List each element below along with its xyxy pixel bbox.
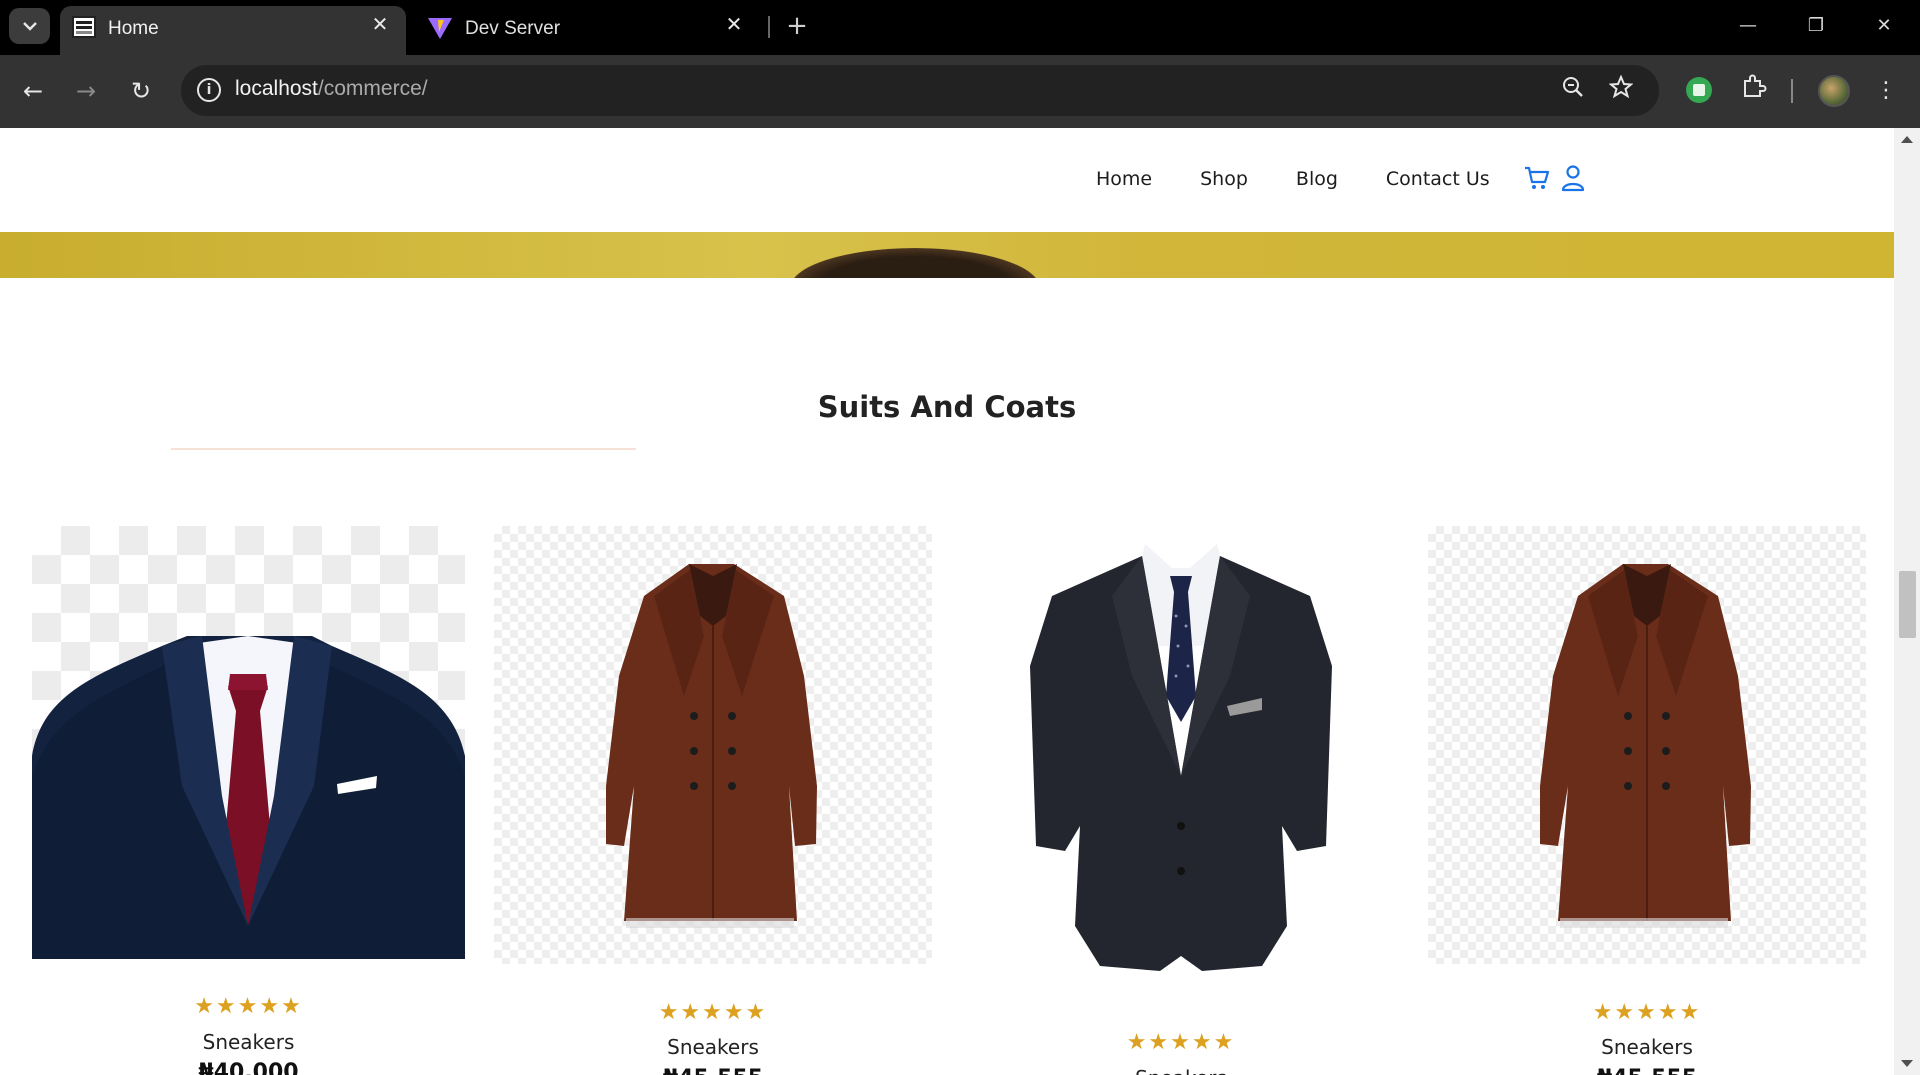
product-image-navy-suit[interactable] xyxy=(32,526,465,959)
product-card[interactable]: ★★★★★ Sneakers ₦45,555 xyxy=(494,526,932,1075)
extension-icon[interactable] xyxy=(1686,77,1712,103)
user-icon[interactable] xyxy=(1560,164,1588,192)
scroll-thumb[interactable] xyxy=(1899,571,1916,638)
tab-separator xyxy=(768,16,770,38)
url-text[interactable]: localhost/commerce/ xyxy=(235,77,428,101)
vite-favicon-icon xyxy=(428,18,452,39)
reload-button[interactable]: ↻ xyxy=(123,73,159,109)
toolbar-divider xyxy=(1791,79,1793,103)
rating-stars: ★★★★★ xyxy=(194,994,303,1019)
forward-button[interactable]: → xyxy=(68,73,104,109)
product-image-brown-coat[interactable] xyxy=(1428,526,1866,964)
brown-coat-image xyxy=(1540,564,1751,928)
product-image-brown-coat[interactable] xyxy=(494,526,932,964)
product-price: ₦40,000 xyxy=(198,1060,299,1075)
tab-title: Home xyxy=(108,18,159,39)
url-host: localhost xyxy=(235,77,318,100)
nav-link-blog[interactable]: Blog xyxy=(1296,168,1338,190)
section-title: Suits And Coats xyxy=(817,390,1077,424)
product-price: ₦45,555 xyxy=(1428,1066,1866,1075)
title-underline xyxy=(171,448,636,450)
new-tab-button[interactable]: + xyxy=(782,8,812,44)
tab-search-button[interactable] xyxy=(9,8,50,44)
main-nav: Home Shop Blog Contact Us xyxy=(1096,168,1490,190)
rating-stars: ★★★★★ xyxy=(658,1000,768,1025)
product-name[interactable]: Sneakers xyxy=(962,1066,1400,1075)
close-tab-icon[interactable]: ✕ xyxy=(722,12,746,36)
charcoal-blazer-image xyxy=(1030,544,1332,971)
product-image-charcoal-blazer[interactable] xyxy=(962,526,1400,996)
page-scrollbar[interactable] xyxy=(1894,128,1920,1075)
navy-suit-image xyxy=(32,636,465,959)
tab-title: Dev Server xyxy=(465,18,561,39)
zoom-icon[interactable] xyxy=(1557,75,1589,107)
hero-image-hair xyxy=(790,248,1040,278)
url-path: /commerce/ xyxy=(317,77,428,100)
rating-stars: ★★★★★ xyxy=(1592,1000,1702,1025)
product-name[interactable]: Sneakers xyxy=(1428,1035,1866,1059)
brown-coat-image xyxy=(606,564,817,928)
address-bar[interactable]: i localhost/commerce/ xyxy=(181,65,1659,116)
browser-tab-strip: Home ✕ Dev Server ✕ + — ❐ ✕ xyxy=(0,0,1920,55)
product-card[interactable]: ★★★★★ Sneakers ₦40,000 xyxy=(32,526,465,1075)
product-price: ₦45,555 xyxy=(494,1066,932,1075)
scroll-down-arrow[interactable] xyxy=(1901,1060,1913,1067)
page-viewport: Home Shop Blog Contact Us Suits And Coat… xyxy=(0,128,1920,1075)
minimize-button[interactable]: — xyxy=(1726,8,1770,44)
chevron-down-icon xyxy=(22,22,37,31)
star-bookmark-icon[interactable] xyxy=(1605,74,1637,107)
cart-icon[interactable] xyxy=(1523,164,1551,192)
nav-link-shop[interactable]: Shop xyxy=(1200,168,1248,190)
info-icon[interactable]: i xyxy=(197,78,221,102)
browser-toolbar: ← → ↻ i localhost/commerce/ ⋮ xyxy=(0,55,1920,128)
pexels-favicon-icon xyxy=(72,16,96,38)
profile-avatar[interactable] xyxy=(1818,75,1850,107)
restore-button[interactable]: ❐ xyxy=(1794,8,1838,44)
tab-dev-server[interactable]: Dev Server ✕ xyxy=(415,6,760,49)
product-name[interactable]: Sneakers xyxy=(494,1035,932,1059)
product-card[interactable]: ★★★★★ Sneakers ₦45,555 xyxy=(1428,526,1866,1075)
hero-banner-bottom xyxy=(0,232,1894,278)
close-window-button[interactable]: ✕ xyxy=(1862,8,1906,44)
close-tab-icon[interactable]: ✕ xyxy=(368,12,392,36)
menu-icon[interactable]: ⋮ xyxy=(1868,73,1904,109)
tab-home[interactable]: Home ✕ xyxy=(60,6,406,55)
site-header: Home Shop Blog Contact Us xyxy=(0,128,1894,232)
back-button[interactable]: ← xyxy=(15,73,51,109)
nav-link-contact[interactable]: Contact Us xyxy=(1386,168,1490,190)
rating-stars: ★★★★★ xyxy=(1126,1030,1236,1055)
scroll-up-arrow[interactable] xyxy=(1901,136,1913,143)
product-card[interactable]: ★★★★★ Sneakers xyxy=(962,526,1400,1075)
nav-link-home[interactable]: Home xyxy=(1096,168,1152,190)
puzzle-icon[interactable] xyxy=(1736,73,1772,109)
product-name[interactable]: Sneakers xyxy=(32,1030,465,1054)
